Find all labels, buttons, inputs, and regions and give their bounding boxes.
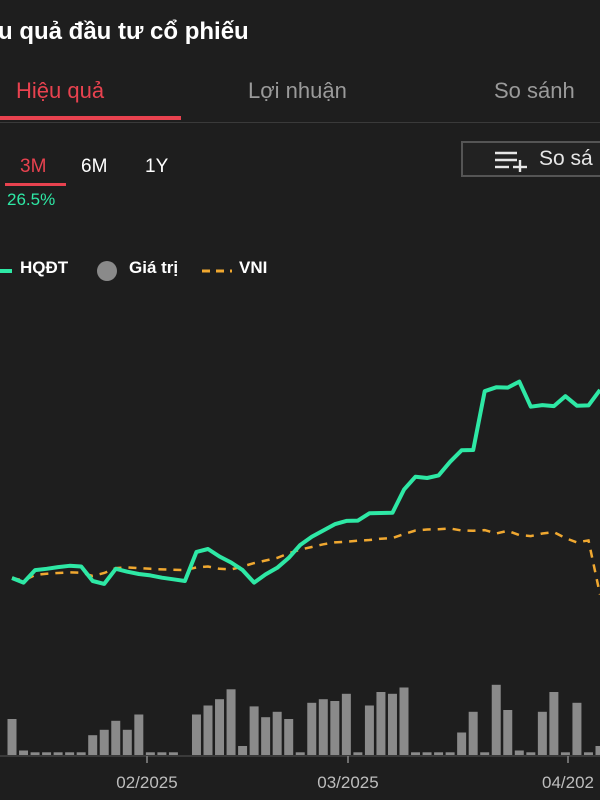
volume-bar: [434, 752, 444, 755]
x-tick-label: 02/2025: [116, 773, 177, 792]
volume-bar: [411, 752, 421, 755]
volume-bar: [480, 752, 490, 755]
volume-bar: [537, 711, 547, 755]
volume-bar: [514, 750, 524, 755]
volume-bar: [122, 729, 132, 755]
volume-bar: [111, 720, 121, 755]
volume-bar: [572, 702, 582, 755]
volume-bar: [364, 705, 374, 755]
volume-bar: [526, 752, 536, 755]
volume-bar: [134, 714, 144, 755]
hqdt-series-line: [11, 379, 600, 586]
volume-bar: [215, 699, 225, 755]
volume-bar: [330, 701, 340, 755]
volume-bar: [65, 752, 75, 755]
volume-bar: [560, 752, 570, 755]
volume-bar: [549, 692, 559, 755]
volume-bar: [168, 752, 178, 755]
volume-bar: [387, 693, 397, 755]
volume-bar: [376, 692, 386, 755]
volume-bar: [353, 752, 363, 755]
volume-bar: [203, 705, 213, 755]
volume-bar: [295, 752, 305, 755]
volume-bar: [261, 717, 271, 755]
volume-bar: [318, 699, 328, 755]
volume-bar: [457, 732, 467, 755]
volume-bar: [191, 714, 201, 755]
volume-bar: [76, 752, 86, 755]
volume-bar: [491, 684, 501, 755]
volume-bar: [7, 719, 17, 755]
volume-bar: [583, 752, 593, 755]
volume-bar: [445, 752, 455, 755]
volume-bar: [145, 752, 155, 755]
volume-bar: [272, 711, 282, 755]
volume-bar: [99, 729, 109, 755]
volume-bar: [307, 702, 317, 755]
volume-bar: [226, 689, 236, 755]
volume-bar: [88, 735, 98, 755]
x-tick-label: 04/202: [542, 773, 594, 792]
volume-bar: [19, 750, 29, 755]
volume-bar: [30, 752, 40, 755]
volume-bar: [53, 752, 63, 755]
performance-chart: 02/2025 03/2025 04/202: [0, 379, 600, 792]
volume-bar: [468, 711, 478, 755]
volume-bar: [249, 706, 259, 755]
volume-bar: [157, 752, 167, 755]
volume-bar: [238, 746, 248, 755]
volume-bar: [399, 687, 409, 755]
volume-bar: [284, 719, 294, 755]
volume-bar: [341, 693, 351, 755]
volume-bar: [595, 746, 600, 755]
x-tick-label: 03/2025: [317, 773, 378, 792]
volume-bar: [42, 752, 52, 755]
volume-bar: [503, 710, 513, 755]
volume-bar: [422, 752, 432, 755]
